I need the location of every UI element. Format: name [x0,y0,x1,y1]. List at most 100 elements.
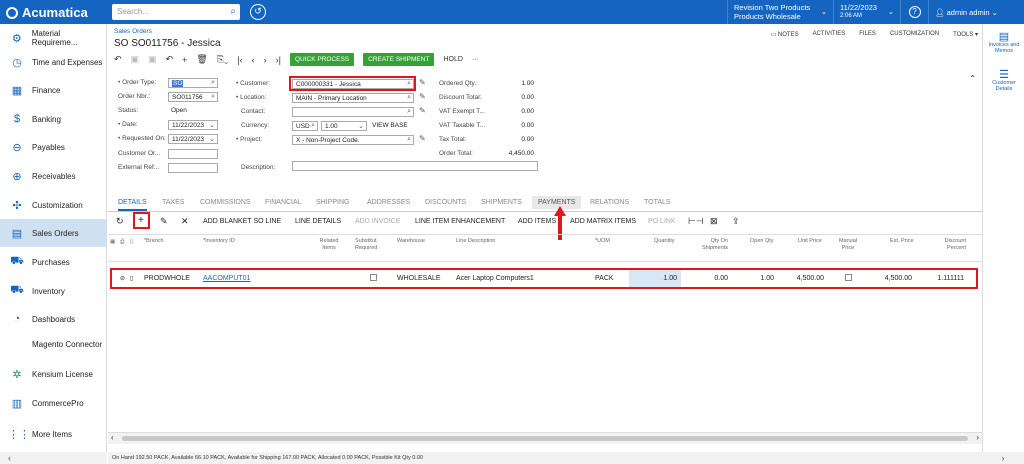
col-uom[interactable]: *UOM [595,238,610,245]
sidebar-item-purchases[interactable]: ⛟ Purchases [0,248,107,276]
sidebar-item-inventory[interactable]: ⛟ Inventory [0,277,107,305]
scrollbar-thumb[interactable] [122,436,968,441]
tab-discounts[interactable]: DISCOUNTS [425,199,466,206]
customer-order-field[interactable] [168,149,218,159]
col-open-qty[interactable]: Open Qty [750,238,774,245]
user-menu[interactable]: 👤︎ admin admin ⌄ [928,0,1024,24]
customer-details-link[interactable]: ☰ Customer Details [983,70,1024,93]
tab-financial[interactable]: FINANCIAL [265,199,302,206]
horizontal-scrollbar[interactable]: ‹ › [108,432,982,444]
save-icon[interactable]: ▣ [131,54,140,65]
date-selector[interactable]: 11/22/2023 2:06 AM ⌄ [833,0,900,24]
upload-icon[interactable]: ⇪ [732,216,740,227]
add-invoice-button[interactable]: ADD INVOICE [355,218,401,225]
tab-taxes[interactable]: TAXES [162,199,184,206]
edit-icon[interactable]: ✎ [160,216,168,227]
sidebar-item-commercepro[interactable]: ▥ CommercePro [0,389,107,417]
tools-button[interactable]: TOOLS ▾ [953,31,978,38]
refresh-icon[interactable]: ↻ [116,216,124,227]
more-actions-button[interactable]: ··· [472,56,479,63]
sidebar-item-banking[interactable]: $ Banking [0,105,107,133]
sidebar-item-receivables[interactable]: ⊕ Receivables [0,162,107,190]
col-branch[interactable]: *Branch [144,238,164,245]
hold-button[interactable]: HOLD [443,56,462,63]
add-icon[interactable]: + [182,55,187,65]
tab-commissions[interactable]: COMMISSIONS [200,199,251,206]
tab-totals[interactable]: TOTALS [644,199,671,206]
edit-pencil-icon[interactable]: ✎ [419,92,426,101]
help-button[interactable]: ? [900,0,928,24]
external-ref-field[interactable] [168,163,218,173]
currency-field[interactable]: USD ⌕ [292,121,318,131]
col-qty-on-shipments[interactable]: Qty On Shipments [698,238,728,252]
previous-record-icon[interactable]: ‹ [252,55,255,65]
description-field[interactable] [292,161,538,171]
sidebar-item-payables[interactable]: ⊖ Payables [0,133,107,161]
col-discount-percent[interactable]: Discount Percent [936,238,966,252]
line-details-button[interactable]: LINE DETAILS [295,218,341,225]
undo-icon[interactable]: ↶ [114,54,122,65]
contact-field[interactable]: ⌕ [292,107,414,117]
breadcrumb[interactable]: Sales Orders [114,28,152,35]
tab-relations[interactable]: RELATIONS [590,199,629,206]
currency-rate-field[interactable]: 1.00 ⌄ [321,121,367,131]
view-base-button[interactable]: VIEW BASE [372,122,408,129]
col-unit-price[interactable]: Unit Price [798,238,822,245]
edit-pencil-icon[interactable]: ✎ [419,106,426,115]
sidebar-item-kensium-license[interactable]: ✲ Kensium License [0,360,107,388]
tab-shipping[interactable]: SHIPPING [316,199,349,206]
edit-pencil-icon[interactable]: ✎ [419,134,426,143]
history-icon[interactable]: ↺ [250,4,266,20]
sidebar-item-magento-connector[interactable]: Magento Connector [0,330,107,358]
date-field[interactable]: 11/22/2023 ⌄ [168,120,218,130]
save-close-icon[interactable]: ▣ [148,54,157,65]
col-manual-price[interactable]: Manual Price [836,238,860,252]
col-warehouse[interactable]: Warehouse [397,238,425,245]
fit-columns-icon[interactable]: ⊢⊣ [688,216,704,227]
sidebar-item-customization[interactable]: ✣ Customization [0,191,107,219]
col-line-description[interactable]: Line Description [456,238,495,245]
sidebar-item-dashboards[interactable]: ◔ Dashboards [0,305,107,333]
collapse-form-icon[interactable]: ⌃ [969,74,976,83]
last-record-icon[interactable]: ›| [276,55,281,65]
col-inventory-id[interactable]: *Inventory ID [203,238,235,245]
files-button[interactable]: FILES [859,31,876,38]
sidebar-collapse-button[interactable]: ‹ [0,452,107,464]
sidebar-item-sales-orders[interactable]: ▤ Sales Orders [0,219,107,247]
sidebar-item-more-items[interactable]: ⋮⋮ More Items [0,420,107,448]
tab-addresses[interactable]: ADDRESSES [367,199,410,206]
sidebar-item-finance[interactable]: ▦ Finance [0,76,107,104]
sidebar-item-time-and-expenses[interactable]: ◷ Time and Expenses [0,48,107,76]
grid-settings-icon[interactable]: ▦ [110,239,115,246]
col-substitute-required[interactable]: Substitut. Required [355,238,385,252]
add-items-button[interactable]: ADD ITEMS [518,218,556,225]
copy-paste-icon[interactable]: ⎘⌄ [217,54,228,65]
quick-process-button[interactable]: QUICK PROCESS [289,53,355,66]
line-item-enhancement-button[interactable]: LINE ITEM ENHANCEMENT [415,218,505,225]
delete-icon[interactable]: 🗑︎ [196,54,207,65]
export-excel-icon[interactable]: ⊠ [710,216,718,227]
tab-details[interactable]: DETAILS [118,199,147,211]
location-field[interactable]: MAIN - Primary Location ⌕ [292,93,414,103]
col-ext-price[interactable]: Ext. Price [890,238,914,245]
delete-row-icon[interactable]: ✕ [181,216,189,227]
add-blanket-so-line-button[interactable]: ADD BLANKET SO LINE [203,218,281,225]
next-record-icon[interactable]: › [264,55,267,65]
right-panel-expand-button[interactable]: › [982,452,1024,464]
activities-button[interactable]: ACTIVITIES [813,31,846,38]
search-input[interactable]: Search... ⌕ [112,4,240,20]
scroll-right-icon[interactable]: › [976,433,979,442]
col-related-items[interactable]: Related Items [316,238,342,252]
company-selector[interactable]: Revision Two Products Products Wholesale… [727,0,833,24]
first-record-icon[interactable]: |‹ [237,55,242,65]
cancel-icon[interactable]: ↶ [166,54,174,65]
edit-pencil-icon[interactable]: ✎ [419,78,426,87]
notes-button[interactable]: ▭ NOTES [771,31,799,38]
tab-shipments[interactable]: SHIPMENTS [481,199,522,206]
invoices-and-memos-link[interactable]: ▤ Invoices and Memos [983,32,1024,55]
col-quantity[interactable]: Quantity [654,238,674,245]
create-shipment-button[interactable]: CREATE SHIPMENT [363,53,435,66]
po-link-button[interactable]: PO LINK [648,218,676,225]
order-type-field[interactable]: SO ⌕ [168,78,218,88]
project-field[interactable]: X - Non-Project Code. ⌕ [292,135,414,145]
